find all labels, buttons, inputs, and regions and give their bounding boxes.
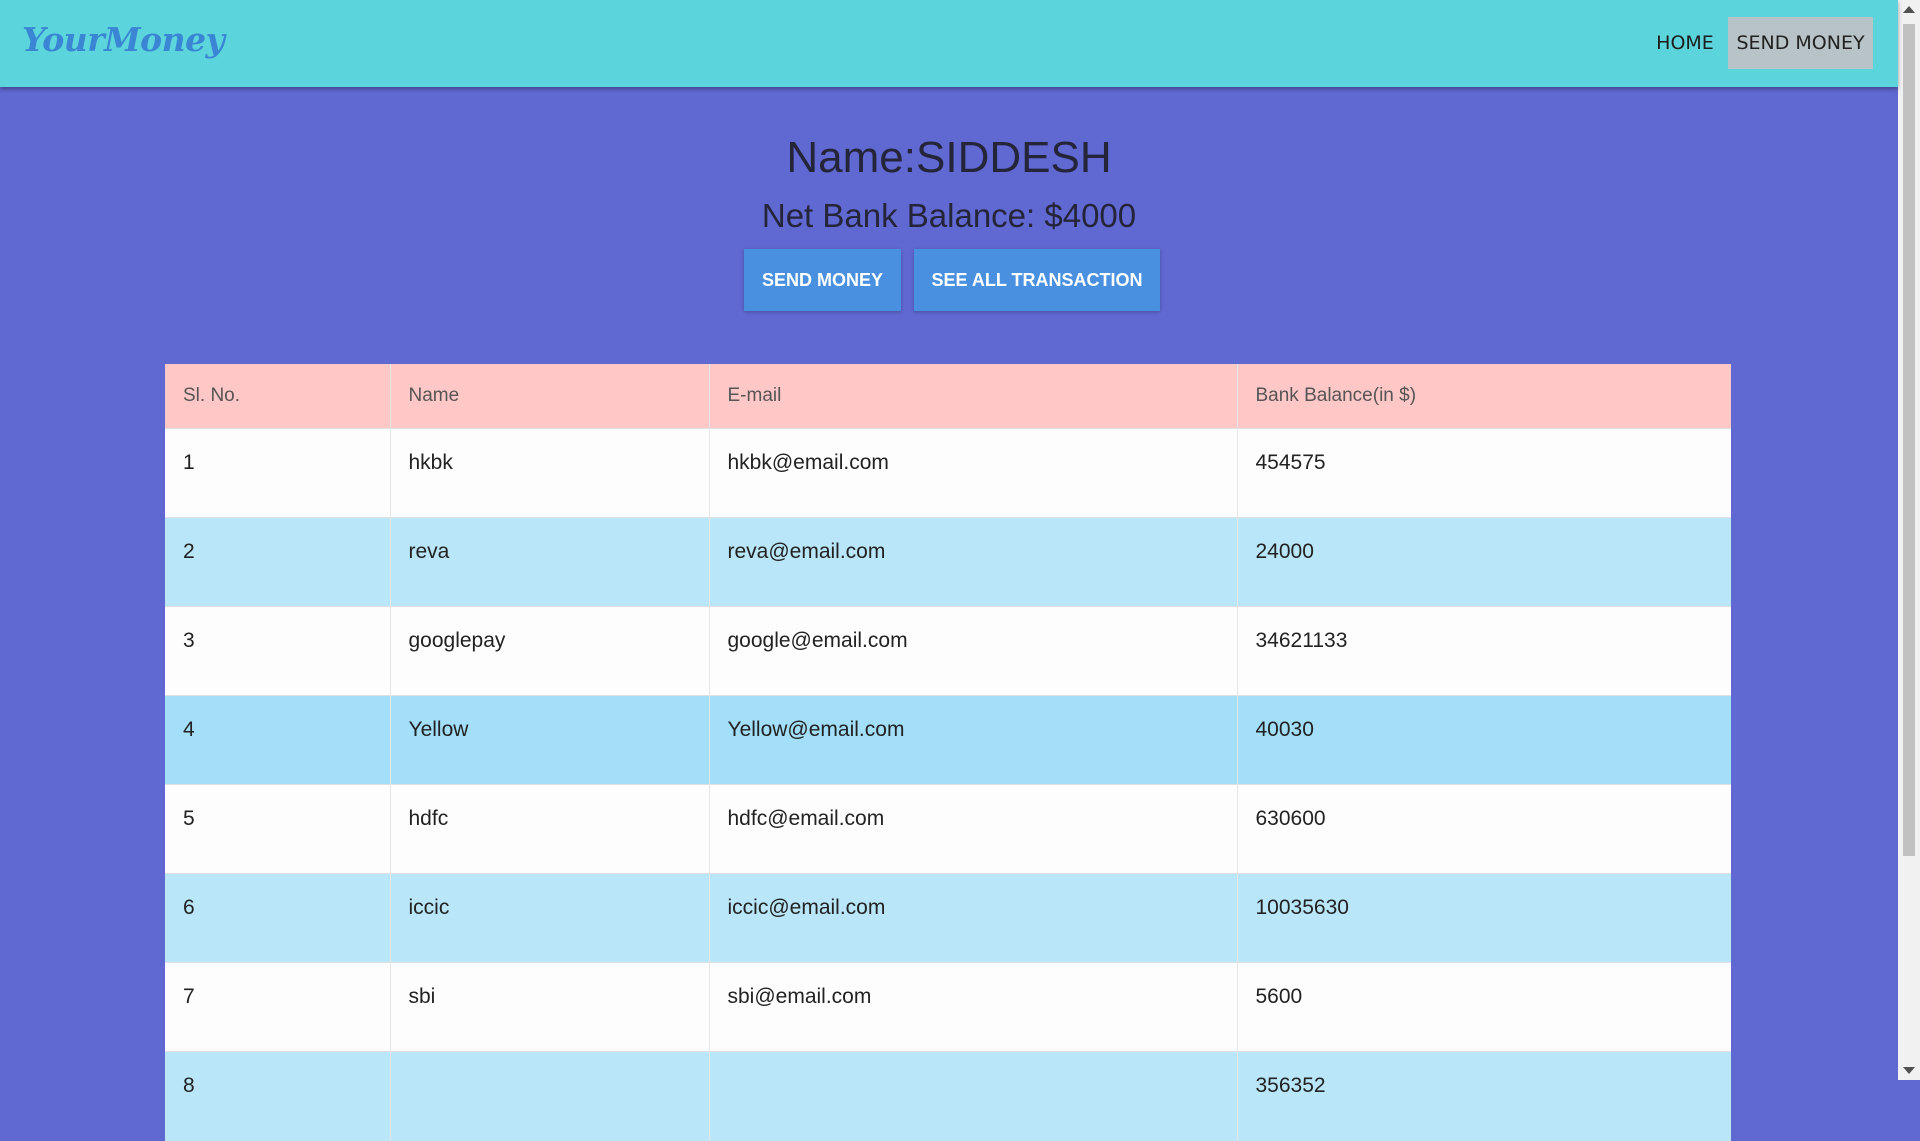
cell-sl-no: 1 — [165, 428, 390, 518]
table-header-row: Sl. No. Name E-mail Bank Balance(in $) — [165, 364, 1731, 429]
cell-email: Yellow@email.com — [708, 695, 1237, 785]
cell-sl-no: 2 — [165, 517, 390, 607]
cell-email: hdfc@email.com — [708, 784, 1237, 874]
cell-email: reva@email.com — [708, 517, 1237, 607]
customer-name: Name:SIDDESH — [786, 133, 1112, 182]
cell-balance: 454575 — [1236, 428, 1731, 518]
customers-table: Sl. No. Name E-mail Bank Balance(in $) 1… — [165, 364, 1731, 1141]
cell-name: iccic — [389, 873, 709, 963]
scroll-up-arrow-icon[interactable] — [1903, 6, 1915, 13]
cell-name — [389, 1051, 709, 1141]
cell-balance: 24000 — [1236, 517, 1731, 607]
see-all-transaction-button[interactable]: SEE ALL TRANSACTION — [914, 249, 1160, 311]
cell-email: sbi@email.com — [708, 962, 1237, 1052]
table-row: 3 googlepay google@email.com 34621133 — [165, 606, 1731, 696]
cell-name: Yellow — [389, 695, 709, 785]
cell-sl-no: 4 — [165, 695, 390, 785]
table-row: 7 sbi sbi@email.com 5600 — [165, 962, 1731, 1052]
cell-balance: 34621133 — [1236, 606, 1731, 696]
cell-name: googlepay — [389, 606, 709, 696]
table-row: 6 iccic iccic@email.com 10035630 — [165, 873, 1731, 963]
table-row: 5 hdfc hdfc@email.com 630600 — [165, 784, 1731, 874]
cell-name: reva — [389, 517, 709, 607]
cell-name: sbi — [389, 962, 709, 1052]
cell-balance: 10035630 — [1236, 873, 1731, 963]
cell-sl-no: 3 — [165, 606, 390, 696]
cell-balance: 5600 — [1236, 962, 1731, 1052]
cell-sl-no: 8 — [165, 1051, 390, 1141]
cell-sl-no: 7 — [165, 962, 390, 1052]
nav-home-link[interactable]: HOME — [1648, 17, 1722, 69]
header-sl-no: Sl. No. — [165, 364, 390, 429]
cell-sl-no: 6 — [165, 873, 390, 963]
brand-logo[interactable]: YourMoney — [22, 20, 225, 59]
cell-balance: 356352 — [1236, 1051, 1731, 1141]
cell-sl-no: 5 — [165, 784, 390, 874]
table-row: 2 reva reva@email.com 24000 — [165, 517, 1731, 607]
table-row: 8 356352 — [165, 1051, 1731, 1141]
header-bank-balance: Bank Balance(in $) — [1236, 364, 1731, 429]
vertical-scrollbar[interactable] — [1898, 0, 1920, 1080]
cell-balance: 40030 — [1236, 695, 1731, 785]
net-bank-balance: Net Bank Balance: $4000 — [761, 197, 1137, 234]
scrollbar-thumb[interactable] — [1903, 24, 1915, 856]
cell-email: iccic@email.com — [708, 873, 1237, 963]
nav-send-money-link[interactable]: SEND MONEY — [1728, 17, 1873, 69]
header-name: Name — [389, 364, 709, 429]
navbar: YourMoney HOME SEND MONEY — [0, 0, 1898, 87]
table-row: 4 Yellow Yellow@email.com 40030 — [165, 695, 1731, 785]
header-email: E-mail — [708, 364, 1237, 429]
cell-name: hkbk — [389, 428, 709, 518]
cell-email: hkbk@email.com — [708, 428, 1237, 518]
send-money-button[interactable]: SEND MONEY — [744, 249, 901, 311]
table-row: 1 hkbk hkbk@email.com 454575 — [165, 428, 1731, 518]
cell-email: google@email.com — [708, 606, 1237, 696]
cell-name: hdfc — [389, 784, 709, 874]
cell-email — [708, 1051, 1237, 1141]
cell-balance: 630600 — [1236, 784, 1731, 874]
scroll-down-arrow-icon[interactable] — [1903, 1067, 1915, 1074]
